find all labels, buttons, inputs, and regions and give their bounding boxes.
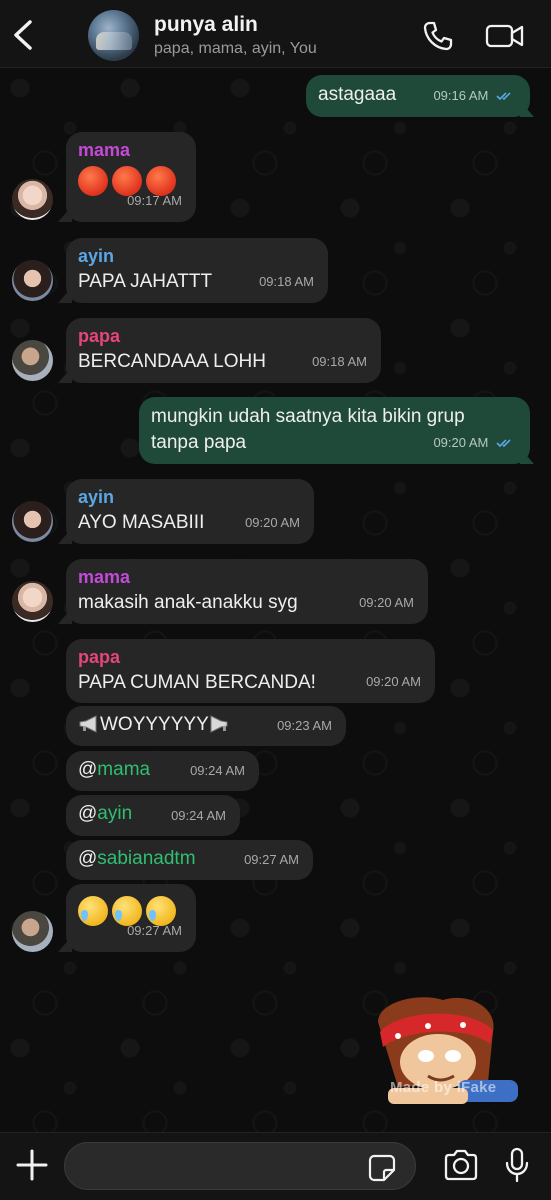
smiling-face-with-tear-icon — [78, 896, 108, 926]
avatar-ayin[interactable] — [12, 260, 53, 301]
megaphone-icon — [79, 715, 97, 733]
camera-button[interactable] — [443, 1149, 479, 1181]
message-bubble[interactable]: mama 09:17 AM — [66, 132, 196, 222]
message-time: 09:27 AM — [244, 852, 299, 867]
message-time: 09:18 AM — [259, 274, 314, 289]
message-time: 09:18 AM — [312, 354, 367, 369]
message-time: 09:27 AM — [127, 923, 182, 938]
message-bubble[interactable]: @sabianadtm 09:27 AM — [66, 840, 313, 880]
message-text-line-1: mungkin udah saatnya kita bikin grup — [151, 406, 465, 427]
sender-name: mama — [78, 567, 131, 587]
voice-message-button[interactable] — [504, 1147, 530, 1183]
avatar-mama[interactable] — [12, 179, 53, 220]
group-members[interactable]: papa, mama, ayin, You — [154, 40, 317, 58]
message-time-text: 09:16 AM — [433, 88, 489, 103]
chevron-left-icon — [14, 20, 32, 50]
bubble-tail — [58, 608, 72, 624]
message-time: 09:24 AM — [190, 763, 245, 778]
phone-icon — [423, 21, 453, 51]
message-time: 09:20 AM — [366, 674, 421, 689]
mention-prefix: @ — [78, 803, 98, 824]
message-time: 09:24 AM — [171, 808, 226, 823]
angry-face-icon — [78, 166, 108, 196]
avatar-mama[interactable] — [12, 581, 53, 622]
message-time: 09:16 AM — [433, 83, 516, 109]
sender-name: ayin — [78, 487, 115, 507]
message-bubble[interactable]: papa BERCANDAAA LOHH 09:18 AM — [66, 318, 381, 383]
mention-prefix: @ — [78, 848, 98, 869]
message-input[interactable] — [64, 1142, 416, 1190]
message-bubble[interactable]: papa PAPA CUMAN BERCANDA! 09:20 AM — [66, 639, 435, 703]
sender-name: papa — [78, 647, 121, 667]
avatar-ayin[interactable] — [12, 501, 53, 542]
message-composer — [0, 1132, 551, 1200]
bubble-tail — [58, 528, 72, 544]
message-time: 09:20 AM — [433, 430, 516, 456]
message-time: 09:17 AM — [127, 193, 182, 208]
camera-icon — [444, 1149, 478, 1181]
message-bubble[interactable]: mungkin udah saatnya kita bikin grup tan… — [139, 397, 530, 464]
read-ticks-icon — [496, 439, 511, 448]
plus-icon — [16, 1149, 48, 1181]
mention-link[interactable]: mama — [97, 759, 150, 780]
message-time-text: 09:20 AM — [433, 435, 489, 450]
message-bubble[interactable]: @mama 09:24 AM — [66, 751, 259, 791]
message-text: WOYYYYYY — [100, 714, 209, 735]
attach-button[interactable] — [15, 1148, 49, 1182]
message-bubble[interactable]: WOYYYYYY 09:23 AM — [66, 706, 346, 746]
message-time: 09:20 AM — [359, 595, 414, 610]
message-bubble[interactable]: @ayin 09:24 AM — [66, 795, 240, 836]
message-bubble[interactable]: mama makasih anak-anakku syg 09:20 AM — [66, 559, 428, 624]
group-name[interactable]: punya alin — [154, 13, 258, 37]
avatar-papa[interactable] — [12, 340, 53, 381]
sticker-button[interactable] — [368, 1154, 396, 1182]
chat-area[interactable]: astagaaa 09:16 AM mama 09:17 AM ayin PAP… — [0, 68, 551, 1132]
bubble-tail — [58, 936, 72, 952]
sender-name: mama — [78, 140, 131, 160]
message-bubble[interactable]: ayin AYO MASABIII 09:20 AM — [66, 479, 314, 544]
back-button[interactable] — [10, 18, 36, 52]
message-time: 09:20 AM — [245, 515, 300, 530]
avatar-papa[interactable] — [12, 911, 53, 952]
megaphone-icon — [210, 715, 228, 733]
read-ticks-icon — [496, 92, 511, 101]
chat-header: punya alin papa, mama, ayin, You — [0, 0, 551, 68]
mention-prefix: @ — [78, 759, 98, 780]
message-bubble[interactable]: astagaaa 09:16 AM — [306, 75, 530, 117]
sender-name: papa — [78, 326, 121, 346]
video-call-button[interactable] — [485, 22, 525, 50]
sender-name: ayin — [78, 246, 115, 266]
microphone-icon — [505, 1147, 529, 1183]
sticker-watermark: Made by iFake — [390, 1079, 497, 1096]
mention-link[interactable]: ayin — [97, 803, 132, 824]
mention-link[interactable]: sabianadtm — [97, 848, 195, 869]
message-bubble[interactable]: 09:27 AM — [66, 884, 196, 952]
message-time: 09:23 AM — [277, 718, 332, 733]
video-camera-icon — [485, 24, 524, 48]
message-bubble[interactable]: ayin PAPA JAHATTT 09:18 AM — [66, 238, 328, 303]
group-avatar[interactable] — [88, 10, 139, 61]
sticker-icon — [368, 1154, 396, 1182]
voice-call-button[interactable] — [422, 20, 454, 52]
